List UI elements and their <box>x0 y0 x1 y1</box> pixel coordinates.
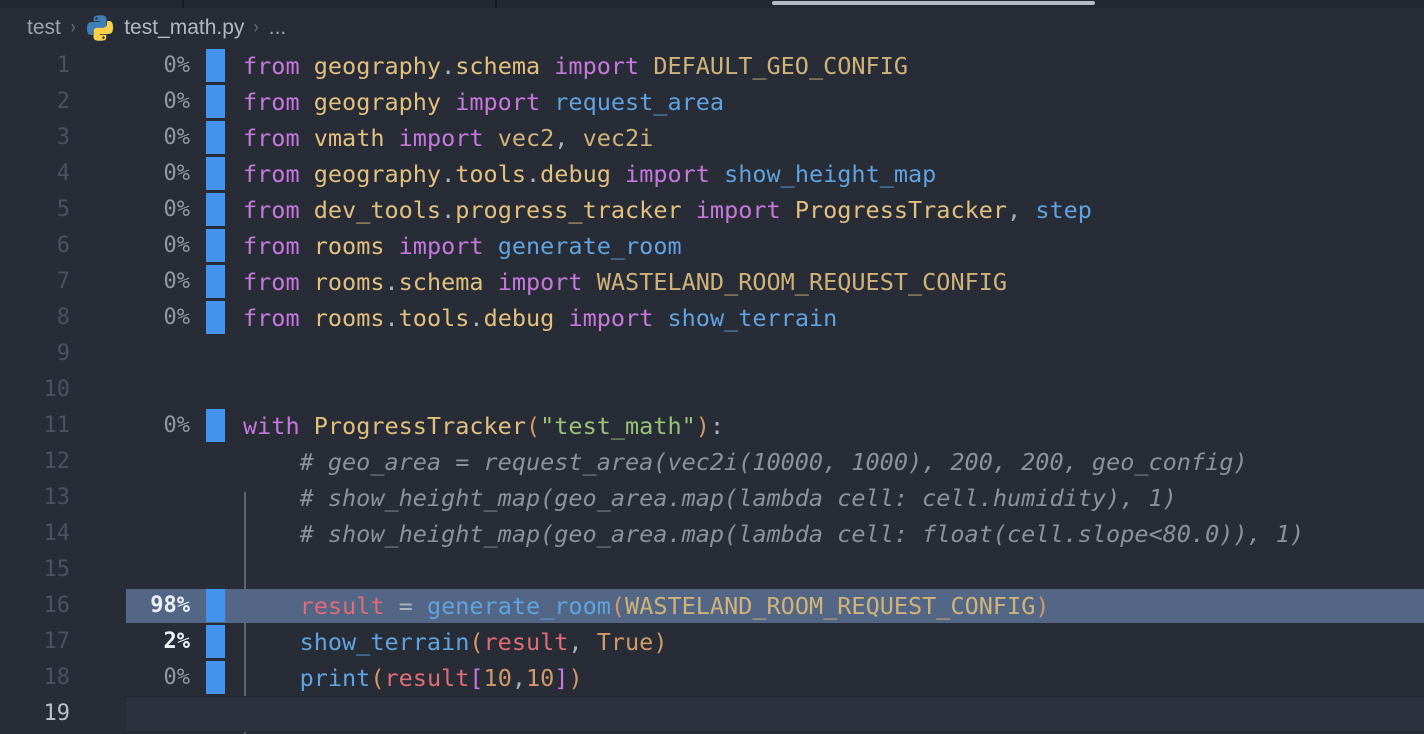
code-line[interactable]: 9 <box>0 336 1424 372</box>
code-text[interactable]: result = generate_room(WASTELAND_ROOM_RE… <box>243 588 1050 624</box>
breadcrumb: test › test_math.py › ... <box>0 8 1424 48</box>
line-number[interactable]: 5 <box>0 192 70 228</box>
profile-percent: 0% <box>70 264 190 300</box>
code-line[interactable]: 10% from geography.schema import DEFAULT_… <box>0 48 1424 84</box>
python-icon <box>87 15 113 41</box>
line-number[interactable]: 2 <box>0 84 70 120</box>
current-line-highlight <box>126 696 1424 732</box>
code-text[interactable]: with ProgressTracker("test_math"): <box>243 408 724 444</box>
line-number[interactable]: 10 <box>0 372 70 408</box>
code-text[interactable]: from rooms import generate_room <box>243 228 682 264</box>
profile-gutter-block <box>206 49 225 82</box>
code-text[interactable]: show_terrain(result, True) <box>243 624 667 660</box>
profile-gutter-block <box>206 409 225 442</box>
code-editor-window: test › test_math.py › ... 10%from geogra… <box>0 0 1424 734</box>
line-number[interactable]: 12 <box>0 444 70 480</box>
line-number[interactable]: 13 <box>0 480 70 516</box>
profile-percent: 0% <box>70 300 190 336</box>
profile-gutter-block <box>206 85 225 118</box>
line-number[interactable]: 11 <box>0 408 70 444</box>
breadcrumb-folder[interactable]: test <box>27 16 61 40</box>
code-line[interactable]: 172% show_terrain(result, True) <box>0 624 1424 660</box>
profile-gutter-block <box>206 157 225 190</box>
tab-divider <box>495 0 497 8</box>
code-area[interactable]: 10%from geography.schema import DEFAULT_… <box>0 48 1424 734</box>
code-text[interactable]: # show_height_map(geo_area.map(lambda ce… <box>243 480 1177 516</box>
code-line[interactable]: 1698% result = generate_room(WASTELAND_R… <box>0 588 1424 624</box>
line-number[interactable]: 8 <box>0 300 70 336</box>
profile-gutter-block <box>206 229 225 262</box>
code-line[interactable]: 70% from rooms.schema import WASTELAND_RO… <box>0 264 1424 300</box>
profile-gutter-block <box>206 193 225 226</box>
chevron-right-icon: › <box>254 17 259 39</box>
line-number[interactable]: 14 <box>0 516 70 552</box>
code-text[interactable]: from geography import request_area <box>243 84 724 120</box>
tab-divider <box>182 0 184 8</box>
breadcrumb-file[interactable]: test_math.py <box>124 16 244 40</box>
profile-percent: 0% <box>70 48 190 84</box>
line-number[interactable]: 4 <box>0 156 70 192</box>
code-text[interactable]: from geography.tools.debug import show_h… <box>243 156 936 192</box>
line-number[interactable]: 19 <box>0 696 70 732</box>
code-line[interactable]: 19 <box>0 696 1424 732</box>
chevron-right-icon: › <box>71 17 76 39</box>
profile-gutter-block <box>206 589 225 622</box>
profile-gutter-block <box>206 661 225 694</box>
code-text[interactable]: from dev_tools.progress_tracker import P… <box>243 192 1092 228</box>
code-line[interactable]: 13 # show_height_map(geo_area.map(lambda… <box>0 480 1424 516</box>
line-number[interactable]: 6 <box>0 228 70 264</box>
code-line[interactable]: 110% with ProgressTracker("test_math"): <box>0 408 1424 444</box>
line-number[interactable]: 7 <box>0 264 70 300</box>
line-number[interactable]: 16 <box>0 588 70 624</box>
line-number[interactable]: 9 <box>0 336 70 372</box>
profile-gutter-block <box>206 301 225 334</box>
profile-percent: 0% <box>70 84 190 120</box>
profile-gutter-block <box>206 121 225 154</box>
code-line[interactable]: 20% from geography import request_area <box>0 84 1424 120</box>
code-line[interactable]: 180% print(result[10,10]) <box>0 660 1424 696</box>
line-number[interactable]: 17 <box>0 624 70 660</box>
profile-percent: 0% <box>70 408 190 444</box>
tab-bar-edge <box>0 0 1424 8</box>
profile-percent: 98% <box>70 588 190 624</box>
code-text[interactable]: from rooms.tools.debug import show_terra… <box>243 300 837 336</box>
profile-gutter-block <box>206 625 225 658</box>
code-text[interactable]: from rooms.schema import WASTELAND_ROOM_… <box>243 264 1007 300</box>
profile-percent: 0% <box>70 228 190 264</box>
code-text[interactable]: from vmath import vec2, vec2i <box>243 120 653 156</box>
code-text[interactable]: print(result[10,10]) <box>243 660 583 696</box>
code-text[interactable]: # show_height_map(geo_area.map(lambda ce… <box>243 516 1304 552</box>
profile-gutter-block <box>206 265 225 298</box>
line-number[interactable]: 1 <box>0 48 70 84</box>
code-line[interactable]: 60% from rooms import generate_room <box>0 228 1424 264</box>
code-line[interactable]: 50% from dev_tools.progress_tracker impor… <box>0 192 1424 228</box>
code-text[interactable]: from geography.schema import DEFAULT_GEO… <box>243 48 908 84</box>
code-line[interactable]: 10 <box>0 372 1424 408</box>
profile-percent: 0% <box>70 156 190 192</box>
line-number[interactable]: 18 <box>0 660 70 696</box>
line-number[interactable]: 3 <box>0 120 70 156</box>
profile-percent: 2% <box>70 624 190 660</box>
code-line[interactable]: 40% from geography.tools.debug import sho… <box>0 156 1424 192</box>
profile-percent: 0% <box>70 660 190 696</box>
code-text[interactable]: # geo_area = request_area(vec2i(10000, 1… <box>243 444 1248 480</box>
code-line[interactable]: 30% from vmath import vec2, vec2i <box>0 120 1424 156</box>
code-line[interactable]: 15 <box>0 552 1424 588</box>
line-number[interactable]: 15 <box>0 552 70 588</box>
code-line[interactable]: 14 # show_height_map(geo_area.map(lambda… <box>0 516 1424 552</box>
tab-scrollbar[interactable] <box>772 1 1095 5</box>
breadcrumb-symbol-more[interactable]: ... <box>269 16 287 40</box>
profile-percent: 0% <box>70 120 190 156</box>
profile-percent: 0% <box>70 192 190 228</box>
code-line[interactable]: 12 # geo_area = request_area(vec2i(10000… <box>0 444 1424 480</box>
code-line[interactable]: 80% from rooms.tools.debug import show_te… <box>0 300 1424 336</box>
